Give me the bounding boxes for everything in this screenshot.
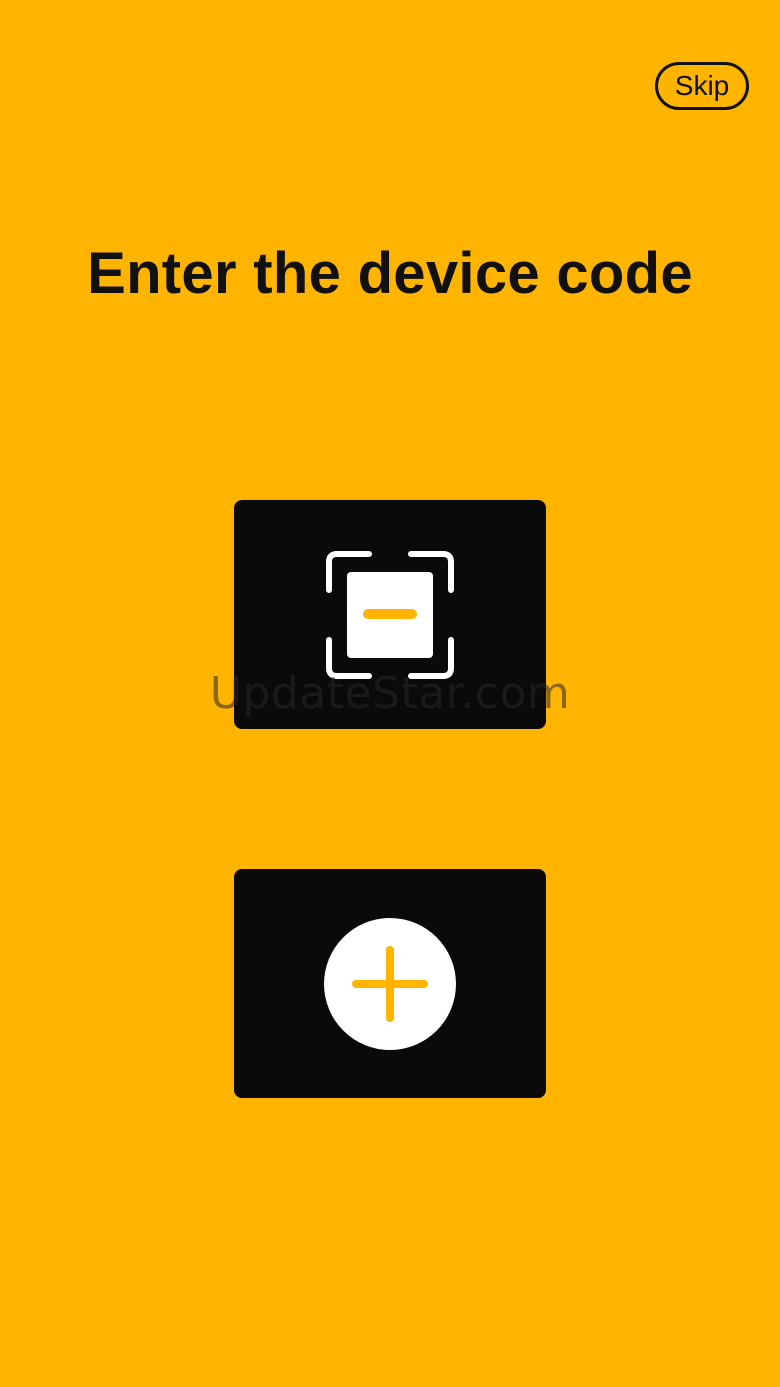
scan-code-button[interactable] bbox=[234, 500, 546, 729]
skip-button[interactable]: Skip bbox=[655, 62, 749, 110]
plus-circle-icon bbox=[324, 917, 456, 1050]
scan-frame-icon bbox=[325, 550, 455, 680]
add-device-button[interactable] bbox=[234, 869, 546, 1098]
page-title: Enter the device code bbox=[87, 241, 693, 306]
